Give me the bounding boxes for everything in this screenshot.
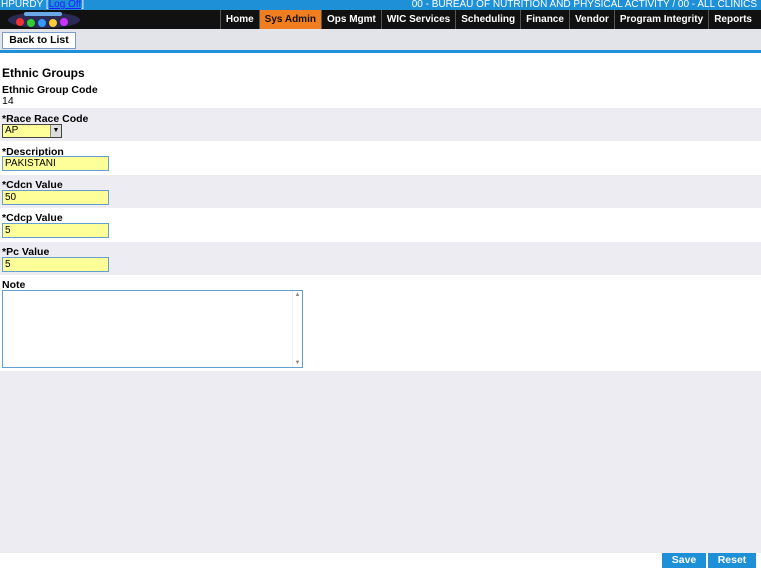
back-to-list-button[interactable]: Back to List: [2, 32, 76, 49]
username: HPURDY: [1, 0, 44, 10]
reset-button[interactable]: Reset: [708, 553, 756, 568]
textarea-scrollbar[interactable]: ▲ ▼: [292, 291, 302, 367]
action-bar: Back to List: [0, 29, 761, 50]
race-code-select[interactable]: AP ▼: [2, 124, 62, 138]
race-code-selected: AP: [5, 125, 19, 136]
tab-vendor[interactable]: Vendor: [568, 10, 614, 29]
nav-tabs: Home Sys Admin Ops Mgmt WIC Services Sch…: [219, 10, 757, 29]
tab-wic-services[interactable]: WIC Services: [380, 10, 455, 29]
description-input[interactable]: PAKISTANI: [2, 156, 109, 171]
organization-label: 00 - BUREAU OF NUTRITION AND PHYSICAL AC…: [411, 0, 757, 10]
form-section-cdcp: [0, 208, 761, 242]
ethnic-group-code-value: 14: [2, 95, 14, 107]
tab-sys-admin[interactable]: Sys Admin: [258, 10, 321, 29]
tab-reports[interactable]: Reports: [708, 10, 757, 29]
save-button[interactable]: Save: [662, 553, 706, 568]
tab-ops-mgmt[interactable]: Ops Mgmt: [320, 10, 381, 29]
page-title: Ethnic Groups: [2, 66, 85, 80]
footer-bar: Save Reset: [0, 553, 761, 568]
cdcn-input[interactable]: 50: [2, 190, 109, 205]
tab-finance[interactable]: Finance: [520, 10, 569, 29]
scroll-up-icon[interactable]: ▲: [293, 292, 302, 298]
pc-input[interactable]: 5: [2, 257, 109, 272]
logoff-link[interactable]: Log Off: [49, 0, 82, 10]
chevron-down-icon[interactable]: ▼: [50, 125, 61, 137]
tab-program-integrity[interactable]: Program Integrity: [613, 10, 708, 29]
app-logo: [4, 10, 82, 29]
ethnic-group-code-label: Ethnic Group Code: [2, 84, 98, 96]
user-info: HPURDY [Log Off]: [1, 0, 85, 10]
top-navbar: Home Sys Admin Ops Mgmt WIC Services Sch…: [0, 10, 761, 29]
status-bar: HPURDY [Log Off] 00 - BUREAU OF NUTRITIO…: [0, 0, 761, 10]
cdcp-input[interactable]: 5: [2, 223, 109, 238]
note-textarea[interactable]: ▲ ▼: [2, 290, 303, 368]
tab-scheduling[interactable]: Scheduling: [455, 10, 520, 29]
form-section-pc: [0, 242, 761, 275]
form-section-description: [0, 141, 761, 175]
form-section-race: [0, 108, 761, 141]
scroll-down-icon[interactable]: ▼: [293, 360, 302, 366]
form-section-cdcn: [0, 175, 761, 208]
tab-home[interactable]: Home: [219, 10, 259, 29]
form-section-header: [0, 53, 761, 108]
